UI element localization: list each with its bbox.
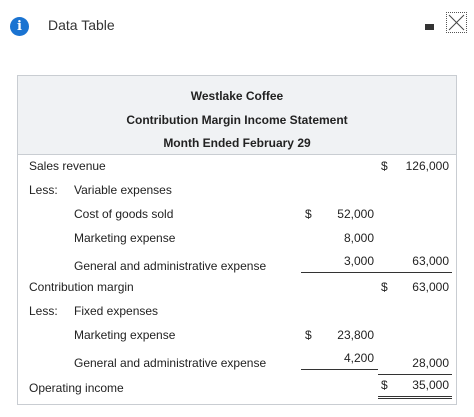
double-underline-top [378,396,452,397]
table-row-contribution-margin: Contribution margin $ 63,000 [18,280,456,304]
data-table-panel: Westlake Coffee Contribution Margin Inco… [17,75,457,405]
row-total: 28,000 [412,356,449,370]
row-total: 35,000 [412,378,449,392]
statement-table: Sales revenue $ 126,000 Less: Variable e… [18,154,456,399]
row-label: Marketing expense [74,328,176,342]
row-label: Fixed expenses [74,304,159,318]
row-total: 63,000 [412,254,449,268]
statement-header: Westlake Coffee Contribution Margin Inco… [18,76,456,154]
underline [301,272,378,273]
row-label: Operating income [29,381,124,395]
info-icon: i [10,17,29,36]
currency-symbol: $ [305,207,312,221]
row-label: General and administrative expense [74,356,267,370]
report-title: Contribution Margin Income Statement [126,113,348,127]
currency-symbol: $ [381,280,388,294]
report-period: Month Ended February 29 [163,136,311,150]
currency-symbol: $ [381,378,388,392]
row-amount: 52,000 [337,207,374,221]
window-titlebar: i Data Table [0,0,474,52]
row-label: Sales revenue [29,159,106,173]
table-row-marketing-variable: Marketing expense 8,000 [18,231,456,255]
currency-symbol: $ [305,328,312,342]
minimize-icon[interactable] [425,24,434,30]
table-row-ga-variable: General and administrative expense 3,000… [18,254,456,279]
company-name: Westlake Coffee [190,89,284,103]
row-label: Marketing expense [74,231,176,245]
currency-symbol: $ [381,159,388,173]
row-amount: 23,800 [337,328,374,342]
row-label: Cost of goods sold [74,207,174,221]
row-total: 126,000 [405,159,449,173]
less-prefix: Less: [29,183,58,197]
table-row-operating-income: Operating income $ 35,000 [18,378,456,402]
window-title: Data Table [48,17,115,33]
less-prefix: Less: [29,304,58,318]
row-label: Variable expenses [74,183,172,197]
row-amount: 4,200 [343,351,374,365]
row-label: Contribution margin [29,280,134,294]
underline [378,272,452,273]
underline [301,369,378,370]
close-button[interactable] [446,12,467,33]
table-row-ga-fixed: General and administrative expense 4,200… [18,351,456,376]
row-amount: 3,000 [343,254,374,268]
close-icon [448,14,465,31]
table-row-cost-of-goods-sold: Cost of goods sold $ 52,000 [18,207,456,231]
row-label: General and administrative expense [74,259,267,273]
table-row-less-fixed: Less: Fixed expenses [18,304,456,328]
row-amount: 8,000 [343,231,374,245]
row-total: 63,000 [412,280,449,294]
table-row-marketing-fixed: Marketing expense $ 23,800 [18,328,456,352]
table-row-sales-revenue: Sales revenue $ 126,000 [18,159,456,183]
underline [378,374,452,375]
double-underline-bottom [378,398,452,399]
table-row-less-variable: Less: Variable expenses [18,183,456,207]
